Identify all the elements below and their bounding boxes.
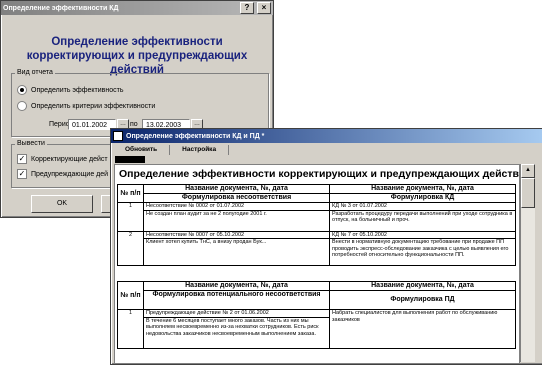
cell-cursor (115, 156, 145, 163)
kd-doc-cell: КД № 7 от 05.10.2002 (329, 230, 516, 240)
to-label: по (130, 121, 138, 128)
check-corrective[interactable]: ✓ Корректирующие дейст (17, 154, 108, 164)
kd-doc-header: Название документа, №, дата (329, 184, 516, 194)
nonconformity-cell: Клиент хотел купить ТнС, а внизу продан … (143, 238, 330, 267)
doc-cell: Несоответствие № 0007 от 05.10.2002 (143, 230, 330, 240)
date-from-field[interactable]: 01.01.2002 (68, 119, 116, 130)
doc-header: Название документа, №, дата (143, 184, 330, 194)
dialog-heading-line: Определение эффективности (51, 36, 223, 48)
scroll-up-icon[interactable]: ▲ (521, 164, 535, 178)
row-number: 1 (117, 309, 144, 349)
doc-cell: Несоответствие № 0002 от 01.07.2002 (143, 202, 330, 211)
row-number: 2 (117, 230, 144, 267)
help-icon[interactable]: ? (240, 2, 254, 14)
radio-criteria-label: Определить критерии эффективности (31, 102, 156, 110)
doc-cell: Предупреждающее действие № 2 от 01.06.20… (143, 309, 330, 318)
pd-text-cell: Набрать специалистов для выполнения рабо… (329, 309, 516, 349)
vertical-scrollbar[interactable]: ▲ (520, 164, 535, 362)
radio-efficiency[interactable]: Определить эффективность (17, 85, 123, 95)
report-sheet: Определение эффективности корректирующих… (114, 164, 520, 364)
scroll-thumb[interactable] (521, 178, 535, 208)
kd-header: Формулировка КД (329, 193, 516, 203)
close-icon[interactable]: × (257, 2, 271, 14)
row-number: 1 (117, 202, 144, 232)
output-label: Вывести (15, 140, 47, 147)
radio-selected-icon[interactable] (17, 85, 27, 95)
pd-table: № п/п Название документа, №, дата Назван… (117, 281, 516, 349)
potential-nonconformity-cell: В течение 6 месяцев поступает много зака… (143, 316, 330, 349)
dialog-titlebar: Определение эффективности КД ? × (1, 1, 273, 15)
radio-criteria[interactable]: Определить критерии эффективности (17, 101, 155, 111)
radio-efficiency-label: Определить эффективность (31, 86, 124, 94)
report-toolbar: Обновить Настройка (113, 145, 541, 155)
checkbox-checked-icon[interactable]: ✓ (17, 169, 27, 179)
document-icon (113, 131, 123, 141)
ok-button[interactable]: OK (31, 195, 93, 213)
nonconformity-cell: Не создан план аудит за не 2 полугодие 2… (143, 209, 330, 232)
num-header: № п/п (117, 184, 144, 203)
report-type-label: Вид отчета (15, 69, 55, 76)
report-titlebar: Определение эффективности КД и ПД * (111, 129, 542, 143)
kd-table: № п/п Название документа, №, дата Назван… (117, 184, 516, 267)
dialog-title: Определение эффективности КД (3, 4, 119, 12)
report-window: Определение эффективности КД и ПД * Обно… (110, 128, 542, 365)
potential-nonconformity-header: Формулировка потенциального несоответств… (143, 290, 330, 310)
doc-header: Название документа, №, дата (143, 281, 330, 291)
refresh-button[interactable]: Обновить (113, 145, 171, 155)
checkbox-checked-icon[interactable]: ✓ (17, 154, 27, 164)
check-preventive-label: Предупреждающие дей (31, 170, 109, 178)
nonconformity-header: Формулировка несоответствия (143, 193, 330, 203)
pd-header: Формулировка ПД (329, 290, 516, 310)
check-preventive[interactable]: ✓ Предупреждающие дей (17, 169, 108, 179)
kd-doc-cell: КД № 3 от 01.07.2002 (329, 202, 516, 211)
report-title: Определение эффективности КД и ПД * (126, 132, 265, 140)
kd-text-cell: Внести в нормативную документацию требов… (329, 238, 516, 267)
kd-text-cell: Разработать процедуру передачи выполнени… (329, 209, 516, 232)
pd-doc-header: Название документа, №, дата (329, 281, 516, 291)
report-heading: Определение эффективности корректирующих… (119, 168, 520, 180)
settings-button[interactable]: Настройка (170, 145, 230, 155)
dialog-heading-line: корректирующих и предупреждающих (26, 50, 248, 62)
radio-unselected-icon[interactable] (17, 101, 27, 111)
check-corrective-label: Корректирующие дейст (31, 155, 108, 163)
num-header: № п/п (117, 281, 144, 310)
